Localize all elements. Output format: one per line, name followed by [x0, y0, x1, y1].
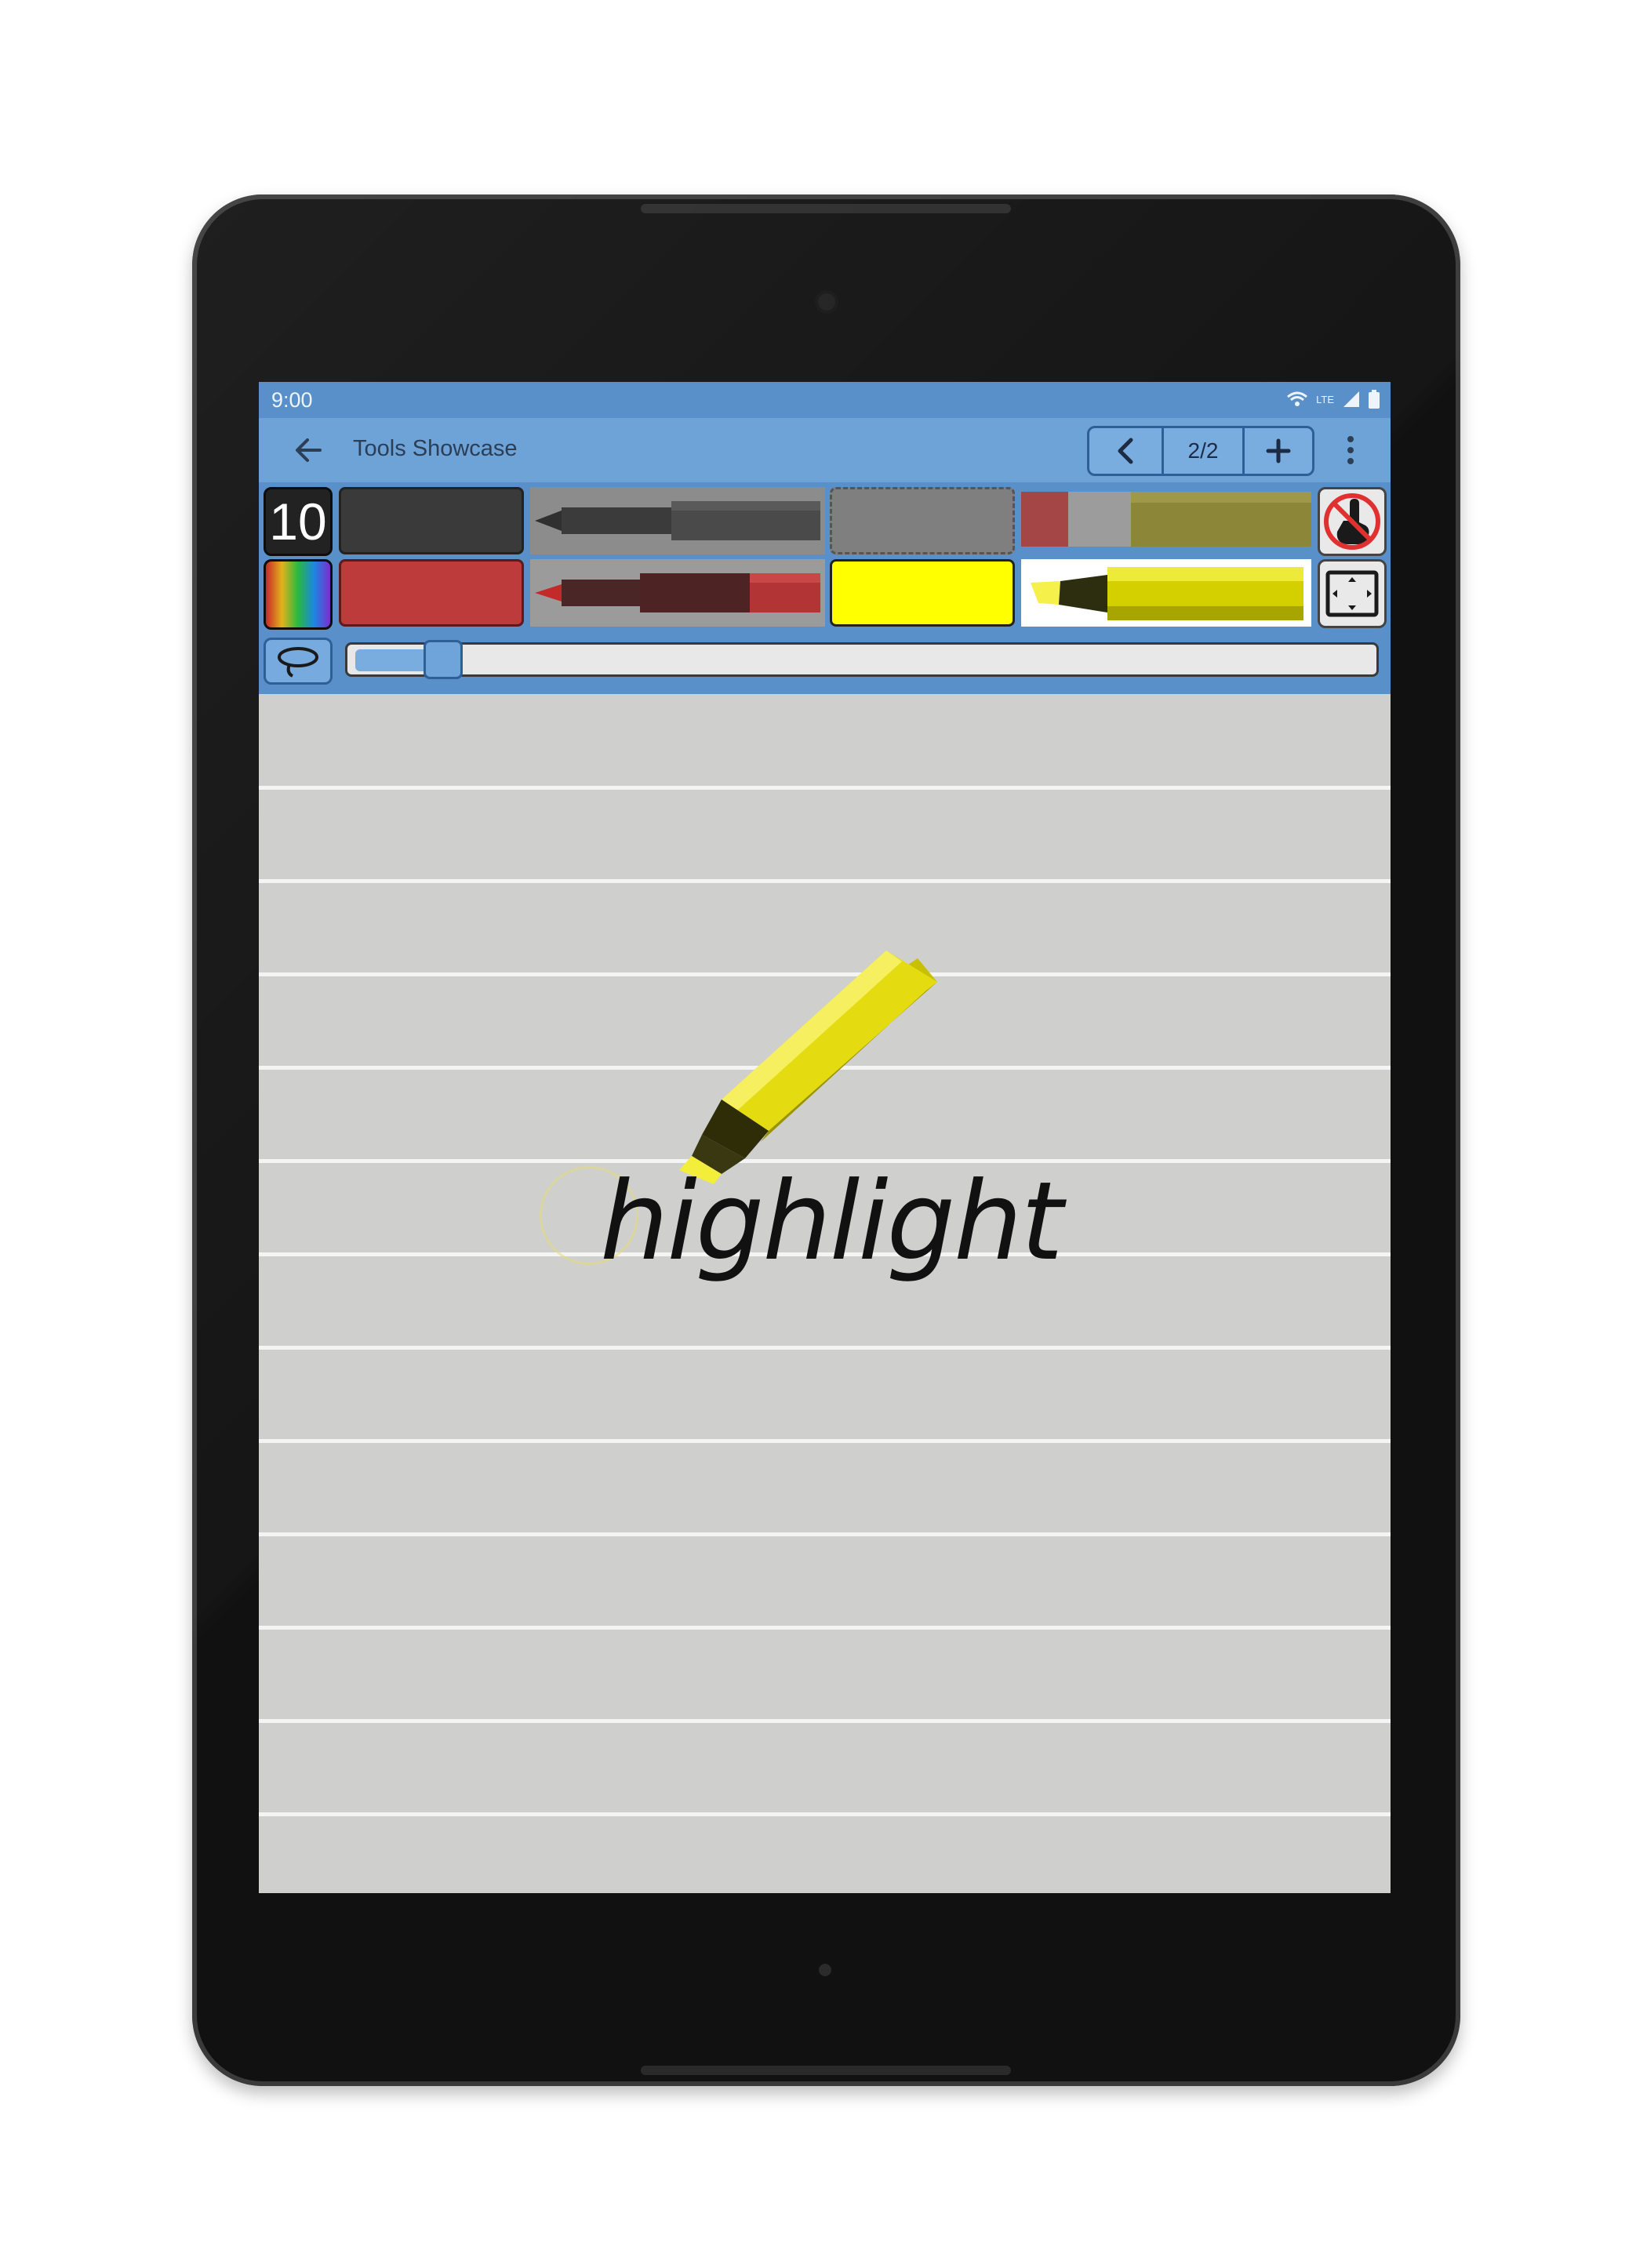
- status-bar: 9:00 LTE: [259, 382, 1391, 418]
- color-picker-button[interactable]: [264, 559, 333, 630]
- front-camera: [815, 290, 838, 314]
- drawing-canvas[interactable]: [259, 694, 1391, 1893]
- highlighter-cursor-icon: [679, 950, 937, 1184]
- color-swatch-gray[interactable]: [830, 487, 1015, 554]
- ruled-line: [259, 1346, 1391, 1350]
- highlighter-tool[interactable]: [1021, 559, 1311, 627]
- app-bar: Tools Showcase 2/2: [259, 418, 1391, 482]
- color-swatch-red[interactable]: [339, 559, 524, 627]
- ruled-line: [259, 879, 1391, 883]
- bottom-sensor: [819, 1964, 831, 1976]
- highlighter-icon: [1031, 567, 1303, 620]
- ruled-line: [259, 1532, 1391, 1536]
- chevron-left-icon: [1118, 438, 1133, 464]
- previous-page-button[interactable]: [1089, 428, 1164, 474]
- handwritten-text: highlight: [600, 1158, 1063, 1285]
- pen-tool-dark[interactable]: [530, 487, 825, 554]
- stroke-size-button[interactable]: 10: [264, 487, 333, 556]
- plus-icon: [1266, 438, 1291, 463]
- zoom-slider[interactable]: [345, 640, 1379, 679]
- battery-icon: [1369, 390, 1380, 409]
- touch-draw-toggle[interactable]: [1318, 487, 1387, 556]
- eraser-icon: [1021, 492, 1311, 547]
- no-touch-icon: [1324, 493, 1380, 550]
- eraser-tool[interactable]: [1021, 487, 1311, 554]
- add-page-button[interactable]: [1245, 428, 1312, 474]
- wifi-icon: [1287, 391, 1308, 406]
- page-navigator: 2/2: [1087, 426, 1314, 476]
- ruled-line: [259, 1812, 1391, 1816]
- tool-palette: 10: [259, 482, 1391, 694]
- more-vert-icon[interactable]: [1345, 434, 1356, 467]
- slider-thumb[interactable]: [424, 640, 463, 679]
- device-screen: 9:00 LTE Tools Showcase 2/2 10 highlight: [259, 382, 1391, 1893]
- ruled-line: [259, 1719, 1391, 1723]
- network-type-label: LTE: [1316, 393, 1334, 405]
- ruled-line: [259, 1626, 1391, 1630]
- fit-screen-icon: [1325, 570, 1379, 617]
- pen-tool-red[interactable]: [530, 559, 825, 627]
- ruled-line: [259, 786, 1391, 790]
- marker-pen-icon: [535, 501, 820, 540]
- page-title: Tools Showcase: [353, 436, 518, 461]
- bottom-speaker: [641, 2066, 1011, 2075]
- color-swatch-yellow[interactable]: [830, 559, 1015, 627]
- ruled-line: [259, 1439, 1391, 1443]
- lasso-select-button[interactable]: [264, 638, 333, 685]
- back-arrow-icon[interactable]: [292, 434, 325, 467]
- signal-icon: [1343, 391, 1359, 407]
- lasso-icon: [278, 647, 318, 678]
- top-speaker: [641, 204, 1011, 213]
- marker-pen-icon: [535, 573, 820, 612]
- color-swatch-dark[interactable]: [339, 487, 524, 554]
- status-time: 9:00: [271, 388, 313, 412]
- page-indicator: 2/2: [1164, 428, 1245, 474]
- fit-page-button[interactable]: [1318, 559, 1387, 628]
